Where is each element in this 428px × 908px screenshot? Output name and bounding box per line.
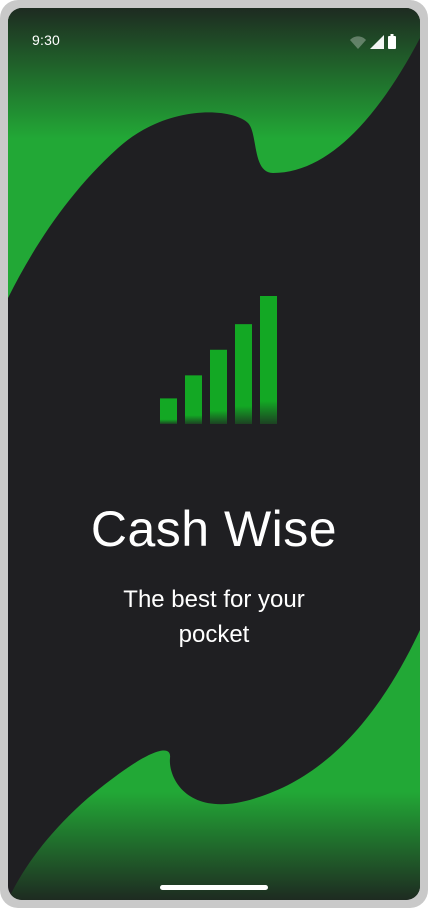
logo-bar-1 — [160, 398, 177, 424]
splash-screen: 9:30 Cash Wise The best for your pocket — [8, 8, 420, 900]
battery-icon — [388, 34, 396, 49]
status-time: 9:30 — [32, 32, 61, 48]
logo-bar-3 — [210, 349, 227, 424]
app-tagline: The best for your pocket — [123, 586, 305, 648]
device-frame: 9:30 Cash Wise The best for your pocket — [0, 0, 428, 908]
growth-bars-logo — [160, 296, 277, 424]
background-waves — [8, 8, 420, 900]
status-icons — [350, 33, 396, 49]
wifi-icon — [350, 36, 366, 49]
app-title: Cash Wise — [90, 501, 338, 557]
logo-bar-2 — [185, 375, 202, 424]
cellular-signal-icon — [370, 35, 384, 49]
home-indicator[interactable] — [160, 885, 268, 890]
status-bar: 9:30 — [8, 8, 420, 68]
bottom-wave — [8, 630, 420, 900]
logo-bar-4 — [235, 324, 252, 424]
logo-bar-5 — [260, 296, 277, 424]
